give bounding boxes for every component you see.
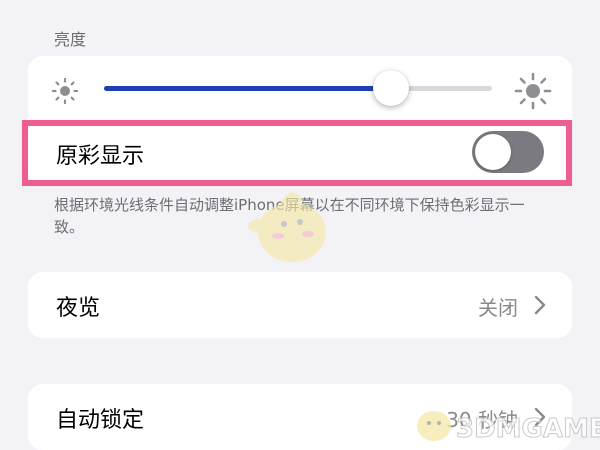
night-shift-label: 夜览 [56, 296, 101, 321]
brightness-slider[interactable] [104, 70, 492, 106]
sun-large-icon [514, 72, 552, 110]
night-shift-row[interactable]: 夜览 关闭 [28, 272, 572, 338]
brightness-slider-thumb[interactable] [373, 70, 409, 106]
true-tone-toggle-knob [475, 134, 511, 170]
true-tone-toggle[interactable] [472, 131, 544, 173]
site-watermark: 3DMGAME [410, 396, 600, 450]
auto-lock-label: 自动锁定 [56, 408, 145, 433]
chevron-right-icon [534, 295, 546, 315]
sun-small-icon [51, 77, 79, 105]
true-tone-label: 原彩显示 [56, 144, 145, 169]
brightness-slider-row [28, 56, 572, 122]
watermark-mascot-icon [417, 411, 451, 441]
mascot-watermark-icon [248, 192, 326, 262]
brightness-section-header: 亮度 [54, 30, 87, 49]
night-shift-value: 关闭 [478, 296, 518, 320]
watermark-text: 3DMGAME [456, 414, 600, 445]
brightness-slider-fill [104, 86, 391, 91]
